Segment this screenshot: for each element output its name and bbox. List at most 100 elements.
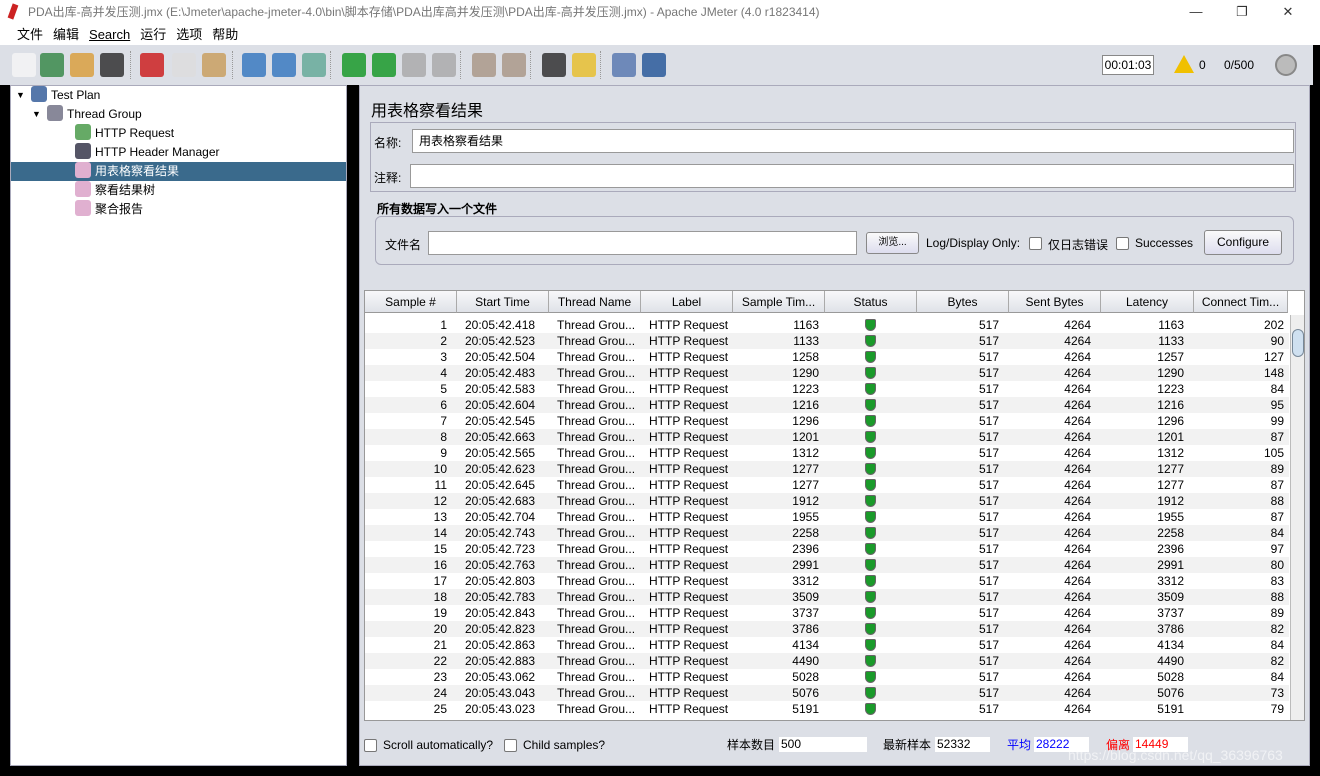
menu-help[interactable]: 帮助: [212, 24, 238, 45]
save-icon[interactable]: [100, 53, 124, 77]
start-icon[interactable]: [342, 53, 366, 77]
column-header[interactable]: Status: [825, 291, 917, 313]
table-row[interactable]: 23 20:05:43.062 Thread Grou... HTTP Request…: [365, 669, 1289, 685]
search-icon[interactable]: [542, 53, 566, 77]
open-icon[interactable]: [70, 53, 94, 77]
paste-icon[interactable]: [202, 53, 226, 77]
table-cell: 1277: [1157, 462, 1184, 476]
scrollbar-thumb[interactable]: [1292, 329, 1304, 357]
table-row[interactable]: 5 20:05:42.583 Thread Grou... HTTP Request 1…: [365, 381, 1289, 397]
expand-arrow-icon[interactable]: ▼: [16, 86, 25, 105]
table-row[interactable]: 1 20:05:42.418 Thread Grou... HTTP Request 1…: [365, 317, 1289, 333]
sample-count-label: 样本数目: [727, 738, 776, 752]
browse-button[interactable]: 浏览...: [866, 232, 919, 254]
table-cell: 5028: [1157, 670, 1184, 684]
copy-icon[interactable]: [172, 53, 196, 77]
menu-search[interactable]: Search: [89, 24, 130, 45]
table-row[interactable]: 21 20:05:42.863 Thread Grou... HTTP Request…: [365, 637, 1289, 653]
filename-input[interactable]: [428, 231, 857, 255]
table-row[interactable]: 3 20:05:42.504 Thread Grou... HTTP Request 1…: [365, 349, 1289, 365]
function-helper-icon[interactable]: [612, 53, 636, 77]
reset-search-icon[interactable]: [572, 53, 596, 77]
table-row[interactable]: 15 20:05:42.723 Thread Grou... HTTP Request…: [365, 541, 1289, 557]
table-row[interactable]: 19 20:05:42.843 Thread Grou... HTTP Request…: [365, 605, 1289, 621]
column-header[interactable]: Label: [641, 291, 733, 313]
column-header[interactable]: Latency: [1101, 291, 1194, 313]
table-row[interactable]: 17 20:05:42.803 Thread Grou... HTTP Request…: [365, 573, 1289, 589]
menu-file[interactable]: 文件: [17, 24, 43, 45]
table-cell: 4264: [1064, 318, 1091, 332]
name-input[interactable]: 用表格察看结果: [412, 129, 1294, 153]
tree-item[interactable]: 察看结果树: [11, 181, 346, 200]
table-row[interactable]: 16 20:05:42.763 Thread Grou... HTTP Request…: [365, 557, 1289, 573]
close-button[interactable]: ✕: [1265, 0, 1311, 24]
menu-run[interactable]: 运行: [140, 24, 166, 45]
menu-edit[interactable]: 编辑: [53, 24, 79, 45]
table-cell: Thread Grou...: [557, 510, 636, 524]
table-row[interactable]: 8 20:05:42.663 Thread Grou... HTTP Request 1…: [365, 429, 1289, 445]
successes-checkbox[interactable]: [1116, 237, 1129, 250]
templates-icon[interactable]: [40, 53, 64, 77]
tree-item-label: 察看结果树: [95, 183, 156, 197]
column-header[interactable]: Bytes: [917, 291, 1009, 313]
errors-only-checkbox[interactable]: [1029, 237, 1042, 250]
tree-item[interactable]: ▼ Test Plan: [11, 86, 346, 105]
tree-item[interactable]: ▼ Thread Group: [11, 105, 346, 124]
table-row[interactable]: 11 20:05:42.645 Thread Grou... HTTP Request…: [365, 477, 1289, 493]
table-cell: HTTP Request: [649, 350, 729, 364]
table-row[interactable]: 10 20:05:42.623 Thread Grou... HTTP Request…: [365, 461, 1289, 477]
new-icon[interactable]: [12, 53, 36, 77]
start-no-pause-icon[interactable]: [372, 53, 396, 77]
collapse-icon[interactable]: [272, 53, 296, 77]
comment-input[interactable]: [410, 164, 1294, 188]
table-row[interactable]: 25 20:05:43.023 Thread Grou... HTTP Request…: [365, 701, 1289, 717]
table-cell: 13: [433, 510, 447, 524]
success-shield-icon: [865, 447, 876, 459]
table-row[interactable]: 22 20:05:42.883 Thread Grou... HTTP Request…: [365, 653, 1289, 669]
shutdown-icon[interactable]: [432, 53, 456, 77]
tree-item[interactable]: 聚合报告: [11, 200, 346, 219]
warning-icon[interactable]: [1174, 55, 1194, 73]
table-row[interactable]: 7 20:05:42.545 Thread Grou... HTTP Request 1…: [365, 413, 1289, 429]
table-row[interactable]: 24 20:05:43.043 Thread Grou... HTTP Request…: [365, 685, 1289, 701]
table-cell: 20: [433, 622, 447, 636]
table-row[interactable]: 12 20:05:42.683 Thread Grou... HTTP Request…: [365, 493, 1289, 509]
table-row[interactable]: 18 20:05:42.783 Thread Grou... HTTP Request…: [365, 589, 1289, 605]
cut-icon[interactable]: [140, 53, 164, 77]
configure-button[interactable]: Configure: [1204, 230, 1282, 255]
table-row[interactable]: 4 20:05:42.483 Thread Grou... HTTP Request 1…: [365, 365, 1289, 381]
column-header[interactable]: Sample #: [365, 291, 457, 313]
table-row[interactable]: 13 20:05:42.704 Thread Grou... HTTP Request…: [365, 509, 1289, 525]
expand-icon[interactable]: [242, 53, 266, 77]
column-header[interactable]: Sample Tim...: [733, 291, 825, 313]
column-header[interactable]: Start Time: [457, 291, 549, 313]
scroll-automatically-checkbox[interactable]: [364, 739, 377, 752]
table-cell: 16: [433, 558, 447, 572]
table-cell: 87: [1270, 430, 1284, 444]
toggle-icon[interactable]: [302, 53, 326, 77]
tree-item[interactable]: HTTP Header Manager: [11, 143, 346, 162]
maximize-button[interactable]: ❐: [1219, 0, 1265, 24]
menu-options[interactable]: 选项: [176, 24, 202, 45]
clear-all-icon[interactable]: [502, 53, 526, 77]
clear-icon[interactable]: [472, 53, 496, 77]
help-icon[interactable]: [642, 53, 666, 77]
table-row[interactable]: 14 20:05:42.743 Thread Grou... HTTP Request…: [365, 525, 1289, 541]
table-row[interactable]: 9 20:05:42.565 Thread Grou... HTTP Request 1…: [365, 445, 1289, 461]
table-cell: 25: [433, 702, 447, 716]
column-header[interactable]: Thread Name: [549, 291, 641, 313]
tree-item[interactable]: HTTP Request: [11, 124, 346, 143]
table-cell: 4490: [792, 654, 819, 668]
child-samples-checkbox[interactable]: [504, 739, 517, 752]
stop-icon[interactable]: [402, 53, 426, 77]
expand-arrow-icon[interactable]: ▼: [32, 105, 41, 124]
column-header[interactable]: Sent Bytes: [1009, 291, 1101, 313]
vertical-scrollbar[interactable]: [1290, 315, 1304, 720]
table-cell: Thread Grou...: [557, 590, 636, 604]
minimize-button[interactable]: —: [1173, 0, 1219, 24]
table-row[interactable]: 6 20:05:42.604 Thread Grou... HTTP Request 1…: [365, 397, 1289, 413]
column-header[interactable]: Connect Tim...: [1194, 291, 1288, 313]
table-row[interactable]: 2 20:05:42.523 Thread Grou... HTTP Request 1…: [365, 333, 1289, 349]
tree-item[interactable]: 用表格察看结果: [11, 162, 346, 181]
table-row[interactable]: 20 20:05:42.823 Thread Grou... HTTP Request…: [365, 621, 1289, 637]
